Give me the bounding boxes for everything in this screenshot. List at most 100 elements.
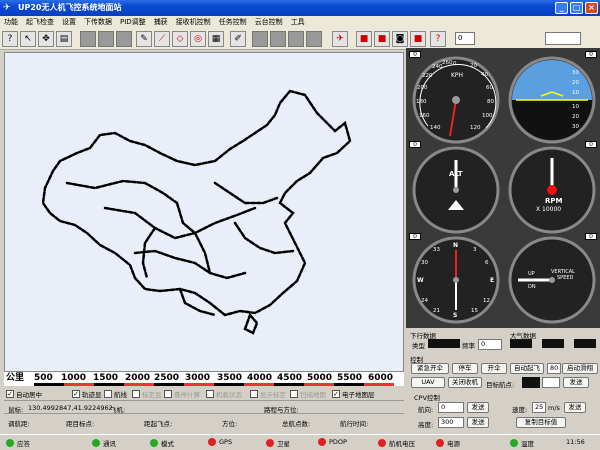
horizon-mark: 10 (572, 104, 579, 110)
green-led-icon (150, 439, 158, 447)
cpv-title: CPV控制 (414, 394, 440, 402)
heading-num: 30 (421, 260, 428, 266)
scale-unit: 公里 (6, 373, 25, 383)
map-view[interactable] (4, 52, 404, 372)
menu-tools[interactable]: 工具 (287, 16, 309, 28)
cpv-altitude-input[interactable]: 300 (438, 417, 464, 428)
horizon-mark: 30 (572, 124, 579, 130)
menu-settings[interactable]: 设置 (58, 16, 80, 28)
heading-num: 6 (485, 260, 489, 266)
list-icon[interactable] (98, 31, 114, 47)
pointer-icon[interactable]: ↖ (20, 31, 36, 47)
heading-letter: W (417, 277, 424, 284)
flight-time-label: 航行时间: (340, 420, 369, 428)
target-icon[interactable]: ◎ (190, 31, 206, 47)
start-glide-button[interactable]: 启动滑翔 (562, 363, 598, 374)
tool2-icon[interactable] (270, 31, 286, 47)
maximize-button[interactable]: □ (570, 2, 583, 14)
waypoint-count-label: 总航点数: (282, 420, 311, 428)
asi-tick: 80 (487, 99, 494, 105)
help-icon[interactable]: ? (2, 31, 18, 47)
camera-icon[interactable]: ■ (374, 31, 390, 47)
horizon-mark: 30 (572, 70, 579, 76)
tool3-icon[interactable] (288, 31, 304, 47)
polygon-icon[interactable]: ◇ (172, 31, 188, 47)
close-receiver-button[interactable]: 关闭收机 (448, 377, 482, 388)
menu-capture[interactable]: 捕获 (150, 16, 172, 28)
auto-center-checkbox[interactable]: ✓ 自动居中 (6, 389, 42, 399)
scan-map-checkbox[interactable]: 扫描地图 (290, 389, 326, 399)
divider (4, 413, 404, 414)
glide-value-field[interactable]: 80 (547, 363, 561, 374)
track-checkbox[interactable]: ✓ 轨迹显 (72, 389, 102, 399)
status-power: 电源 (436, 438, 460, 448)
question-icon[interactable]: ? (430, 31, 446, 47)
status-satellite: 卫星 (266, 438, 290, 448)
edit-icon[interactable]: ✐ (230, 31, 246, 47)
menu-gimbal-control[interactable]: 云台控制 (251, 16, 287, 28)
status-comm: 通讯 (92, 438, 116, 448)
menu-preflight-check[interactable]: 起飞检查 (22, 16, 58, 28)
auto-takeoff-button[interactable]: 自动起飞 (510, 363, 544, 374)
engine-stop-button[interactable]: 停车 (452, 363, 478, 374)
status-bar: 应答 通讯 模式 GPS 卫星 PDOP 航机电压 电源 温度 11:56 (0, 434, 600, 450)
layers-icon[interactable]: ▤ (56, 31, 72, 47)
hover-calc-checkbox[interactable]: 悬停计算 (164, 389, 200, 399)
target-waypoint-input[interactable] (542, 377, 560, 388)
horizon-mark: 20 (572, 80, 579, 86)
move-icon[interactable]: ✥ (38, 31, 54, 47)
asi-tick: 60 (486, 85, 493, 91)
tool4-icon[interactable] (306, 31, 322, 47)
menu-function[interactable]: 功能 (0, 16, 22, 28)
route-icon[interactable]: ⟋ (154, 31, 170, 47)
window-title: UP20无人机飞控系统地面站 (18, 3, 122, 12)
aircraft-state-checkbox[interactable]: 机载状态 (206, 389, 242, 399)
minimize-button[interactable]: _ (555, 2, 568, 14)
green-led-icon (6, 439, 14, 447)
camera-off-icon[interactable]: ■ (356, 31, 372, 47)
cpv-altitude-send-button[interactable]: 发送 (467, 417, 489, 428)
rpm-gauge (508, 146, 596, 234)
horizon-mark: 10 (572, 90, 579, 96)
close-button[interactable]: × (585, 2, 598, 14)
uav-button[interactable]: UAV (411, 377, 445, 388)
rpm-readout: 0 (585, 141, 597, 148)
atmos-value-2 (542, 339, 564, 348)
toolbar-field[interactable]: 0 (455, 32, 475, 45)
emergency-chute-button[interactable]: 紧急开伞 (411, 363, 449, 374)
status-gps: GPS (208, 438, 232, 446)
asi-tick: 0 (453, 61, 457, 67)
tool1-icon[interactable] (252, 31, 268, 47)
send-waypoint-button[interactable]: 发送 (563, 377, 589, 388)
photo-icon[interactable]: ◙ (392, 31, 408, 47)
display-mark-checkbox[interactable]: 显示标定 (250, 389, 286, 399)
vertical-speed-gauge (508, 236, 596, 324)
record-icon[interactable]: ■ (410, 31, 426, 47)
electronic-map-checkbox[interactable]: ✓ 电子地图层 (332, 389, 375, 399)
cpv-speed-send-button[interactable]: 发送 (564, 402, 586, 413)
asi-tick: 20 (470, 63, 477, 69)
plane-icon[interactable]: ✈ (332, 31, 348, 47)
status-pdop: PDOP (318, 438, 347, 446)
cpv-speed-input[interactable]: 25 (532, 402, 546, 413)
draw-icon[interactable]: ✎ (136, 31, 152, 47)
route-checkbox[interactable]: 航线 (104, 389, 127, 399)
menu-pid-adjust[interactable]: PID调整 (116, 16, 150, 28)
mark-pos-checkbox[interactable]: 标定显 (132, 389, 162, 399)
menu-mission-control[interactable]: 任务控制 (215, 16, 251, 28)
atmos-value-3 (574, 339, 596, 348)
menu-downlink-data[interactable]: 下传数据 (80, 16, 116, 28)
grid-icon[interactable] (80, 31, 96, 47)
cpv-heading-send-button[interactable]: 发送 (467, 402, 489, 413)
table-icon[interactable] (116, 31, 132, 47)
toolbar-field-2[interactable] (545, 32, 581, 45)
copy-target-button[interactable]: 复制目标值 (516, 417, 566, 428)
asi-tick: 140 (430, 125, 441, 131)
menu-receiver-control[interactable]: 接收机控制 (172, 16, 215, 28)
bearing-label: 方位: (222, 420, 238, 428)
map-icon[interactable]: ▦ (208, 31, 224, 47)
open-chute-button[interactable]: 开伞 (481, 363, 507, 374)
cpv-heading-input[interactable]: 0 (438, 402, 464, 413)
red-led-icon (208, 438, 216, 446)
status-mode: 模式 (150, 438, 174, 448)
